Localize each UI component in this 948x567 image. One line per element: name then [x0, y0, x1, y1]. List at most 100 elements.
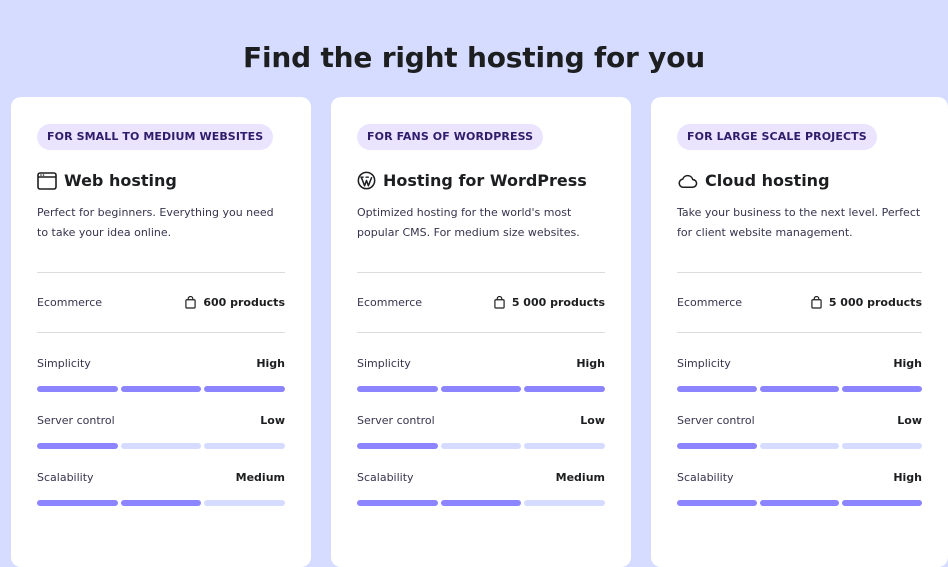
- metric-value: High: [893, 471, 922, 484]
- metric-server-control: Server control Low: [357, 414, 606, 449]
- card-title: Cloud hosting: [705, 171, 830, 190]
- wordpress-icon: [357, 171, 383, 190]
- ecommerce-label: Ecommerce: [37, 296, 103, 309]
- level-bar-segment: [759, 500, 840, 506]
- audience-badge: FOR SMALL TO MEDIUM WEBSITES: [37, 124, 274, 150]
- level-bar: [357, 386, 606, 392]
- card-title: Hosting for WordPress: [383, 171, 587, 190]
- ecommerce-products: 600 products: [203, 296, 285, 309]
- card-cloud-hosting[interactable]: FOR LARGE SCALE PROJECTS Cloud hosting T…: [651, 97, 948, 567]
- metric-scalability: Scalability Medium: [357, 471, 606, 506]
- card-description: Perfect for beginners. Everything you ne…: [37, 206, 274, 239]
- card-header: Hosting for WordPress: [357, 171, 605, 190]
- level-bar-segment: [357, 500, 438, 506]
- browser-window-icon: [37, 171, 64, 190]
- metric-value: Low: [580, 414, 605, 427]
- ecommerce-value: 5 000 products: [494, 296, 605, 309]
- level-bar-segment: [37, 500, 118, 506]
- metric-label: Simplicity: [677, 357, 731, 370]
- level-bar-segment: [120, 500, 202, 506]
- shopping-bag-icon: [185, 296, 203, 309]
- level-bar-segment: [842, 443, 923, 449]
- level-bar-segment: [842, 500, 923, 506]
- metric-label: Simplicity: [37, 357, 91, 370]
- level-bar: [677, 386, 923, 392]
- level-bar-segment: [204, 386, 286, 392]
- level-bar-segment: [120, 386, 202, 392]
- ecommerce-row: Ecommerce 5 000 products: [357, 296, 605, 309]
- shopping-bag-icon: [494, 296, 512, 309]
- card-wordpress-hosting[interactable]: FOR FANS OF WORDPRESS Hosting for WordPr…: [331, 97, 631, 567]
- metric-value: Medium: [235, 471, 285, 484]
- ecommerce-products: 5 000 products: [511, 296, 605, 309]
- metric-simplicity: Simplicity High: [677, 357, 923, 392]
- metric-server-control: Server control Low: [677, 414, 923, 449]
- shopping-bag-icon: [811, 296, 829, 309]
- metric-label: Scalability: [677, 471, 734, 484]
- metric-label: Scalability: [357, 471, 414, 484]
- metric-label: Server control: [37, 414, 115, 427]
- metric-value: Low: [260, 414, 285, 427]
- hosting-cards: FOR SMALL TO MEDIUM WEBSITES Web hosting…: [11, 97, 948, 567]
- metric-server-control: Server control Low: [37, 414, 286, 449]
- level-bar-segment: [37, 386, 118, 392]
- level-bar: [677, 443, 923, 449]
- metric-value: High: [256, 357, 285, 370]
- level-bar-segment: [440, 500, 522, 506]
- ecommerce-value: 5 000 products: [811, 296, 922, 309]
- level-bar: [357, 443, 606, 449]
- level-bar: [37, 443, 286, 449]
- level-bar-segment: [524, 443, 606, 449]
- metric-value: Medium: [555, 471, 605, 484]
- divider: [37, 272, 285, 273]
- card-title: Web hosting: [64, 171, 177, 190]
- level-bar-segment: [204, 500, 286, 506]
- level-bar: [357, 500, 606, 506]
- level-bar-segment: [204, 443, 286, 449]
- card-web-hosting[interactable]: FOR SMALL TO MEDIUM WEBSITES Web hosting…: [11, 97, 311, 567]
- metric-simplicity: Simplicity High: [37, 357, 286, 392]
- cloud-icon: [677, 173, 705, 189]
- card-description: Optimized hosting for the world's most p…: [357, 206, 580, 239]
- ecommerce-label: Ecommerce: [677, 296, 743, 309]
- metric-label: Scalability: [37, 471, 94, 484]
- card-header: Web hosting: [37, 171, 285, 190]
- ecommerce-row: Ecommerce 600 products: [37, 296, 285, 309]
- metric-label: Server control: [357, 414, 435, 427]
- divider: [677, 332, 922, 333]
- divider: [677, 272, 922, 273]
- metric-value: Low: [897, 414, 922, 427]
- level-bar-segment: [357, 443, 438, 449]
- level-bar-segment: [357, 386, 438, 392]
- divider: [37, 332, 285, 333]
- level-bar: [37, 500, 286, 506]
- level-bar-segment: [120, 443, 202, 449]
- divider: [357, 272, 605, 273]
- level-bar-segment: [37, 443, 118, 449]
- level-bar: [37, 386, 286, 392]
- level-bar-segment: [759, 386, 840, 392]
- level-bar-segment: [677, 443, 757, 449]
- audience-badge: FOR LARGE SCALE PROJECTS: [677, 124, 877, 150]
- metric-scalability: Scalability High: [677, 471, 923, 506]
- audience-badge: FOR FANS OF WORDPRESS: [357, 124, 544, 150]
- level-bar-segment: [440, 443, 522, 449]
- metric-label: Server control: [677, 414, 755, 427]
- level-bar-segment: [677, 386, 757, 392]
- level-bar-segment: [524, 386, 606, 392]
- level-bar-segment: [440, 386, 522, 392]
- page-title: Find the right hosting for you: [243, 40, 705, 74]
- level-bar-segment: [677, 500, 757, 506]
- level-bar-segment: [524, 500, 606, 506]
- ecommerce-row: Ecommerce 5 000 products: [677, 296, 922, 309]
- ecommerce-value: 600 products: [185, 296, 285, 309]
- metric-value: High: [893, 357, 922, 370]
- metric-scalability: Scalability Medium: [37, 471, 286, 506]
- metric-value: High: [576, 357, 605, 370]
- level-bar-segment: [759, 443, 840, 449]
- ecommerce-label: Ecommerce: [357, 296, 423, 309]
- card-header: Cloud hosting: [677, 171, 922, 190]
- divider: [357, 332, 605, 333]
- ecommerce-products: 5 000 products: [828, 296, 922, 309]
- card-description: Take your business to the next level. Pe…: [677, 206, 921, 239]
